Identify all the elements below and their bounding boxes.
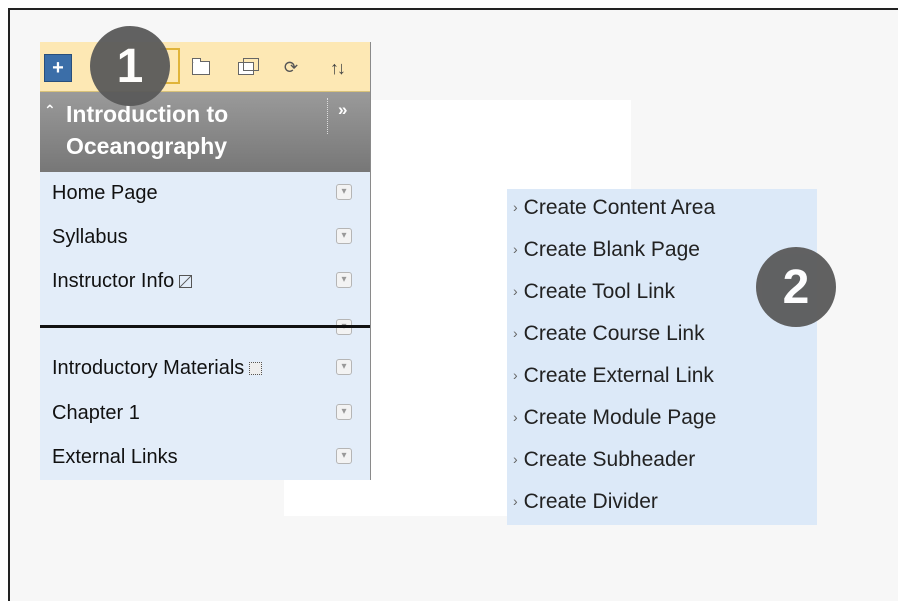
chevron-down-icon[interactable]: ▾ (336, 228, 352, 244)
chevron-down-icon[interactable]: ▾ (336, 272, 352, 288)
chevron-right-icon: › (513, 409, 518, 425)
reorder-icon[interactable]: ↑↓ (324, 54, 350, 82)
course-title[interactable]: Introduction to Oceanography (66, 98, 336, 162)
menu-item-chapter-1[interactable]: Chapter 1 ▾ (40, 392, 370, 436)
create-subheader-option[interactable]: › Create Subheader (513, 448, 695, 490)
menu-item-label: Instructor Info (52, 270, 175, 292)
create-content-area-option[interactable]: › Create Content Area (513, 196, 715, 238)
menu-item-label: Chapter 1 (52, 402, 140, 424)
menu-item-home-page[interactable]: Home Page ▾ (40, 172, 370, 216)
create-external-link-option[interactable]: › Create External Link (513, 364, 714, 406)
collapse-icon[interactable]: ⌃ (44, 102, 56, 119)
folder-view-icon[interactable] (190, 54, 212, 82)
add-menu-item-button[interactable]: + (44, 54, 72, 82)
option-label: Create Divider (523, 490, 658, 513)
chevron-down-icon[interactable]: ▾ (336, 184, 352, 200)
option-label: Create Course Link (523, 322, 705, 345)
chevron-right-icon: › (513, 367, 518, 383)
create-tool-link-option[interactable]: › Create Tool Link (513, 280, 675, 322)
menu-item-label: Home Page (52, 182, 158, 204)
create-course-link-option[interactable]: › Create Course Link (513, 322, 705, 364)
option-label: Create Subheader (523, 448, 696, 471)
menu-item-syllabus[interactable]: Syllabus ▾ (40, 216, 370, 260)
menu-item-label: Syllabus (52, 226, 128, 248)
create-module-page-option[interactable]: › Create Module Page (513, 406, 716, 448)
option-label: Create Tool Link (523, 280, 676, 303)
hidden-area-icon (249, 362, 263, 376)
chevron-right-icon: › (513, 199, 518, 215)
chevron-right-icon: › (513, 493, 518, 509)
chevron-down-icon[interactable]: ▾ (336, 359, 352, 375)
option-label: Create External Link (523, 364, 714, 387)
refresh-icon[interactable]: ⟳ (280, 54, 302, 82)
menu-item-introductory-materials[interactable]: Introductory Materials ▾ (40, 347, 370, 391)
create-blank-page-option[interactable]: › Create Blank Page (513, 238, 700, 280)
create-divider-option[interactable]: › Create Divider (513, 490, 658, 532)
menu-item-external-links[interactable]: External Links ▾ (40, 436, 370, 480)
chevron-down-icon[interactable]: ▾ (336, 448, 352, 464)
chevron-right-icon: › (513, 451, 518, 467)
callout-badge-2: 2 (756, 247, 836, 327)
menu-item-label: External Links (52, 446, 178, 468)
add-menu-flyout: › Create Content Area › Create Blank Page … (507, 189, 817, 525)
course-header: ⌃ Introduction to Oceanography » (40, 92, 370, 172)
option-label: Create Content Area (523, 196, 716, 219)
menu-item-label: Introductory Materials (52, 357, 245, 379)
hidden-from-students-icon (179, 275, 193, 289)
chevron-right-icon: › (513, 325, 518, 341)
chevron-down-icon[interactable]: ▾ (336, 404, 352, 420)
course-menu: + ⟳ ↑↓ ⌃ Introduction to Oceanography » … (40, 42, 371, 480)
menu-divider-line (40, 325, 370, 328)
expand-menu-icon[interactable]: » (338, 100, 347, 120)
menu-item-divider[interactable]: ▾ (40, 304, 370, 335)
new-window-icon[interactable] (234, 54, 259, 82)
option-label: Create Blank Page (523, 238, 700, 261)
option-label: Create Module Page (523, 406, 717, 429)
chevron-right-icon: › (513, 283, 518, 299)
header-divider (327, 98, 328, 134)
menu-item-instructor-info[interactable]: Instructor Info ▾ (40, 260, 370, 304)
chevron-right-icon: › (513, 241, 518, 257)
plus-icon: + (52, 57, 64, 79)
callout-badge-1: 1 (90, 26, 170, 106)
